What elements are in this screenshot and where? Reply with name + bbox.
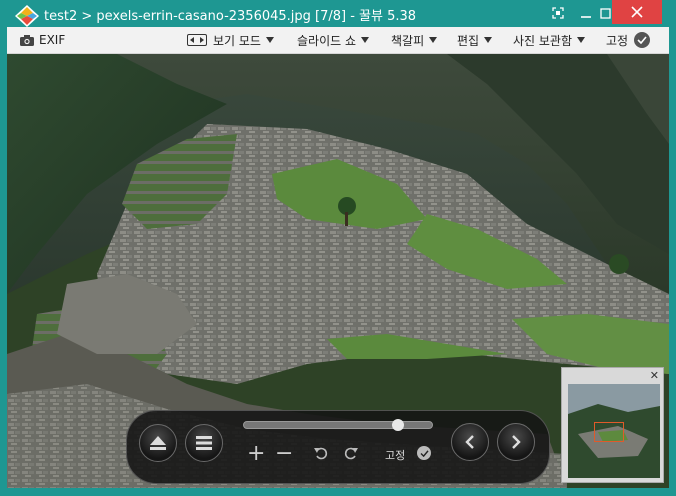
exif-label: EXIF bbox=[39, 33, 66, 47]
playback-controls: + − 고정 bbox=[126, 410, 550, 484]
rotate-right-icon[interactable] bbox=[343, 445, 359, 461]
photo-archive-menu[interactable]: 사진 보관함 bbox=[513, 27, 586, 53]
photo-archive-label: 사진 보관함 bbox=[513, 33, 573, 48]
minimize-icon bbox=[581, 16, 591, 18]
view-mode-icon bbox=[187, 34, 207, 46]
rotate-left-icon[interactable] bbox=[313, 445, 329, 461]
navigator-viewport-rect[interactable] bbox=[594, 422, 624, 442]
navigator-close-icon[interactable]: ✕ bbox=[650, 369, 659, 382]
slideshow-label: 슬라이드 쇼 bbox=[297, 33, 357, 48]
minimize-button[interactable] bbox=[577, 2, 595, 24]
menu-icon bbox=[196, 436, 212, 450]
chevron-left-icon bbox=[465, 435, 474, 449]
window-title: test2 > pexels-errin-casano-2356045.jpg … bbox=[44, 9, 417, 24]
camera-icon bbox=[20, 34, 34, 46]
chevron-right-icon bbox=[512, 435, 521, 449]
eject-icon bbox=[150, 436, 166, 450]
pin-check-icon[interactable] bbox=[417, 446, 431, 460]
maximize-icon bbox=[599, 7, 611, 19]
chevron-down-icon bbox=[429, 37, 438, 43]
next-button[interactable] bbox=[497, 423, 535, 461]
title-bar[interactable]: test2 > pexels-errin-casano-2356045.jpg … bbox=[0, 0, 676, 27]
chevron-down-icon bbox=[577, 37, 586, 43]
view-mode-label: 보기 모드 bbox=[213, 33, 261, 48]
zoom-out-icon[interactable]: − bbox=[275, 441, 293, 466]
navigator-panel[interactable]: ✕ bbox=[561, 367, 664, 483]
chevron-down-icon bbox=[484, 37, 493, 43]
zoom-in-icon[interactable]: + bbox=[247, 441, 265, 466]
fullscreen-button[interactable] bbox=[549, 2, 567, 24]
app-logo-icon bbox=[15, 5, 39, 27]
slider-thumb[interactable] bbox=[392, 419, 405, 431]
pin-label-bottom: 고정 bbox=[385, 449, 406, 462]
pin-label: 고정 bbox=[606, 33, 629, 48]
main-toolbar: EXIF 보기 모드 슬라이드 쇼 책갈피 편집 사진 보관함 고정 bbox=[7, 27, 669, 54]
chevron-down-icon bbox=[265, 37, 274, 43]
view-mode-menu[interactable]: 보기 모드 bbox=[187, 27, 274, 53]
fullscreen-icon bbox=[552, 7, 564, 19]
previous-button[interactable] bbox=[451, 423, 489, 461]
close-icon bbox=[631, 6, 643, 18]
exif-button[interactable]: EXIF bbox=[19, 27, 65, 53]
chevron-down-icon bbox=[361, 37, 370, 43]
eject-button[interactable] bbox=[139, 424, 177, 462]
close-button[interactable] bbox=[612, 0, 662, 24]
bookmark-menu[interactable]: 책갈피 bbox=[391, 27, 438, 53]
navigator-thumbnail[interactable] bbox=[568, 384, 660, 478]
check-icon bbox=[634, 32, 651, 48]
bookmark-label: 책갈피 bbox=[391, 33, 425, 48]
slideshow-menu[interactable]: 슬라이드 쇼 bbox=[297, 27, 370, 53]
app-window: test2 > pexels-errin-casano-2356045.jpg … bbox=[0, 0, 676, 496]
edit-label: 편집 bbox=[457, 33, 480, 48]
maximize-button[interactable] bbox=[598, 2, 612, 24]
pin-toggle[interactable]: 고정 bbox=[606, 27, 651, 53]
image-slider[interactable] bbox=[243, 419, 433, 431]
edit-menu[interactable]: 편집 bbox=[457, 27, 493, 53]
menu-button[interactable] bbox=[185, 424, 223, 462]
